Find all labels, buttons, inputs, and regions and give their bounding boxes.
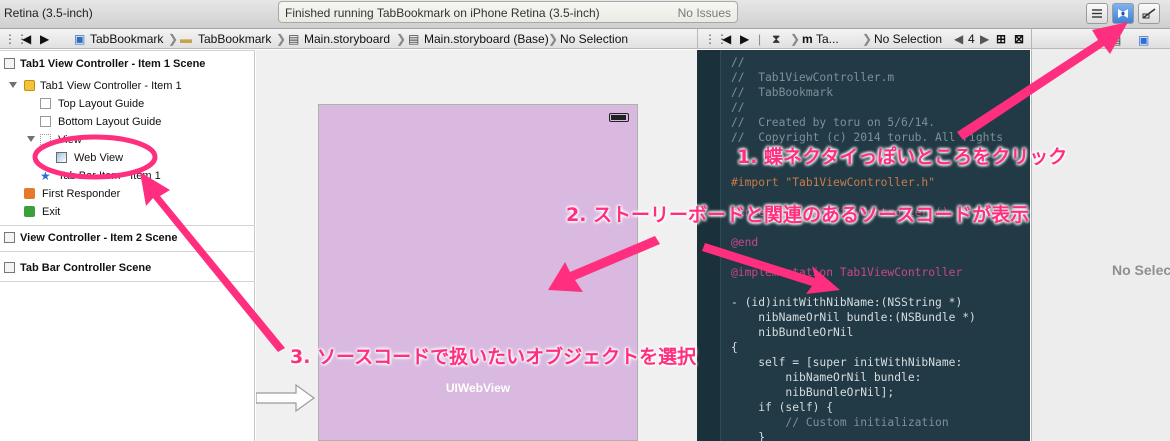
forward-arrow-icon[interactable]: ▶ bbox=[740, 32, 749, 46]
forward-arrow-icon[interactable]: ▶ bbox=[40, 32, 49, 46]
segue-arrow-icon bbox=[256, 383, 316, 413]
back-arrow-icon[interactable]: ◀ bbox=[22, 32, 31, 46]
code-line: nibNameOrNil bundle: bbox=[731, 371, 922, 384]
view-icon bbox=[40, 134, 51, 145]
standard-editor-button[interactable] bbox=[1086, 3, 1108, 24]
code-line: // bbox=[731, 56, 745, 69]
disclosure-triangle-icon[interactable] bbox=[9, 82, 17, 88]
folder-icon: ▬ bbox=[180, 32, 192, 46]
scene-label: Tab1 View Controller - Item 1 Scene bbox=[20, 58, 206, 70]
code-line: // bbox=[731, 101, 745, 114]
uiwebview-device[interactable]: UIWebView bbox=[318, 104, 638, 441]
annotation-step1: 1. 蝶ネクタイっぽいところをクリック bbox=[737, 146, 1068, 168]
project-icon: ▣ bbox=[74, 32, 86, 46]
layout-guide-icon bbox=[40, 98, 51, 109]
guide-label: Top Layout Guide bbox=[58, 98, 145, 110]
chevron-icon: ❯ bbox=[396, 32, 407, 46]
quick-help-icon[interactable]: ▣ bbox=[1138, 33, 1149, 47]
scene-icon bbox=[4, 58, 15, 69]
battery-icon bbox=[609, 113, 629, 122]
code-line: // Tab1ViewController.m bbox=[731, 71, 895, 84]
scene-label: Tab Bar Controller Scene bbox=[20, 262, 152, 274]
code-line: @implementation Tab1ViewController bbox=[731, 266, 963, 279]
assistant-jump-bar: ⋮⋮ ◀ ▶ | ⧗ ❯ m Ta... ❯ No Selection ◀ 4 … bbox=[697, 29, 1031, 49]
device-label: UIWebView bbox=[445, 381, 511, 395]
star-icon: ★ bbox=[40, 169, 51, 183]
jump-crumb-project[interactable]: TabBookmark bbox=[90, 32, 163, 46]
code-line: - (id)initWithNibName:(NSString *) bbox=[731, 296, 963, 309]
disclosure-triangle-icon[interactable] bbox=[27, 136, 35, 142]
jump-crumb-group[interactable]: TabBookmark bbox=[198, 32, 271, 46]
code-line: nibNameOrNil bundle:(NSBundle *) bbox=[731, 311, 976, 324]
storyboard-file-icon: ▤ bbox=[288, 32, 300, 46]
vc-label: Tab1 View Controller - Item 1 bbox=[40, 80, 182, 92]
editor-gutter bbox=[697, 50, 721, 441]
storyboard-base-icon: ▤ bbox=[408, 32, 420, 46]
activity-viewer: Finished running TabBookmark on iPhone R… bbox=[278, 1, 738, 23]
chevron-icon: ❯ bbox=[790, 32, 801, 46]
inspector-tabs: ▤ ▣ bbox=[1032, 29, 1170, 49]
jump-crumb-base[interactable]: Main.storyboard (Base) bbox=[424, 32, 549, 46]
activity-issues[interactable]: No Issues bbox=[678, 6, 731, 20]
window-toolbar: Retina (3.5-inch) Finished running TabBo… bbox=[0, 0, 1170, 29]
scene-icon bbox=[4, 232, 15, 243]
code-line: // TabBookmark bbox=[731, 86, 834, 99]
jump-crumb-storyboard[interactable]: Main.storyboard bbox=[304, 32, 390, 46]
chevron-icon: ❯ bbox=[276, 32, 287, 46]
document-outline: Tab1 View Controller - Item 1 Scene Tab1… bbox=[0, 50, 255, 441]
inspector-no-selection: No Selection bbox=[1112, 262, 1170, 278]
assistant-file[interactable]: Ta... bbox=[816, 32, 839, 46]
counterpart-counter: 4 bbox=[968, 32, 975, 46]
bowtie-small-icon[interactable]: ⧗ bbox=[772, 32, 780, 47]
view-controller-icon bbox=[24, 80, 35, 91]
source-editor[interactable]: // // Tab1ViewController.m // TabBookmark /… bbox=[697, 50, 1030, 441]
layout-guide-icon bbox=[40, 116, 51, 127]
file-inspector-icon[interactable]: ▤ bbox=[1110, 33, 1121, 47]
version-icon bbox=[1142, 8, 1156, 19]
back-arrow-icon[interactable]: ◀ bbox=[722, 32, 731, 46]
exit-icon bbox=[24, 206, 35, 217]
first-responder-label: First Responder bbox=[42, 188, 121, 200]
code-line: // Custom initialization bbox=[731, 416, 949, 429]
code-line: } bbox=[731, 431, 766, 441]
assistant-editor-button[interactable] bbox=[1112, 3, 1134, 24]
code-line: #import "Tab1ViewController.h" bbox=[731, 176, 936, 189]
code-line: // Created by toru on 5/6/14. bbox=[731, 116, 936, 129]
m-file-icon: m bbox=[802, 32, 813, 46]
annotation-step3: 3. ソースコードで扱いたいオブジェクトを選択 bbox=[290, 346, 697, 368]
first-responder-icon bbox=[24, 188, 35, 199]
prev-counterpart-icon[interactable]: ◀ bbox=[954, 32, 963, 46]
lines-icon bbox=[1092, 9, 1102, 18]
code-line: nibBundleOrNil bbox=[731, 326, 854, 339]
chevron-icon: ❯ bbox=[862, 32, 873, 46]
web-view-icon bbox=[56, 152, 67, 163]
annotation-step2: 2. ストーリーボードと関連のあるソースコードが表示 bbox=[566, 204, 1030, 226]
version-editor-button[interactable] bbox=[1138, 3, 1160, 24]
jump-bar: ⋮⋮ ◀ ▶ ▣ TabBookmark ❯ ▬ TabBookmark ❯ ▤… bbox=[0, 29, 697, 49]
code-line: self = [super initWithNibName: bbox=[731, 356, 963, 369]
scene-label: View Controller - Item 2 Scene bbox=[20, 232, 178, 244]
next-counterpart-icon[interactable]: ▶ bbox=[980, 32, 989, 46]
jump-crumb-selection[interactable]: No Selection bbox=[560, 32, 628, 46]
bowtie-icon bbox=[1118, 9, 1128, 18]
tab-item-label: Tab Bar Item - Item 1 bbox=[58, 170, 161, 182]
scene-icon bbox=[4, 262, 15, 273]
utilities-inspector: ▤ ▣ No Selection bbox=[1031, 29, 1170, 441]
web-view-label: Web View bbox=[74, 152, 124, 164]
close-editor-icon[interactable]: ⊠ bbox=[1014, 32, 1024, 46]
chevron-icon: | bbox=[758, 32, 762, 46]
chevron-icon: ❯ bbox=[548, 32, 559, 46]
view-label: View bbox=[58, 134, 82, 146]
add-editor-icon[interactable]: ⊞ bbox=[996, 32, 1006, 46]
code-line: { bbox=[731, 341, 738, 354]
chevron-icon: ❯ bbox=[168, 32, 179, 46]
code-line: if (self) { bbox=[731, 401, 834, 414]
code-line: nibBundleOrNil]; bbox=[731, 386, 895, 399]
activity-message: Finished running TabBookmark on iPhone R… bbox=[285, 6, 600, 20]
guide-label: Bottom Layout Guide bbox=[58, 116, 162, 128]
assistant-selection[interactable]: No Selection bbox=[874, 32, 942, 46]
code-line: @end bbox=[731, 236, 759, 249]
exit-label: Exit bbox=[42, 206, 61, 218]
scheme-selector[interactable]: Retina (3.5-inch) bbox=[4, 6, 93, 20]
